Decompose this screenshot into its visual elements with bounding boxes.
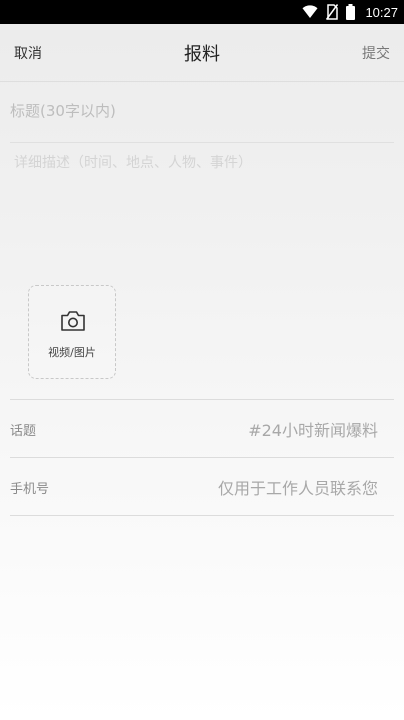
description-placeholder: 详细描述（时间、地点、人物、事件） (14, 155, 252, 171)
divider (10, 399, 394, 400)
upload-label: 视频/图片 (48, 346, 96, 359)
description-input[interactable]: 详细描述（时间、地点、人物、事件） (14, 152, 384, 172)
submit-button[interactable]: 提交 (362, 43, 390, 63)
page-title: 报料 (184, 44, 220, 65)
nav-bar: 取消 报料 提交 (0, 24, 404, 82)
topic-value[interactable]: #24小时新闻爆料 (248, 417, 378, 441)
phone-label: 手机号 (10, 482, 50, 497)
status-icons: 10:27 (302, 0, 398, 24)
report-page: 取消 报料 提交 标题(30字以内) 详细描述（时间、地点、人物、事件） 视频/… (0, 24, 404, 720)
battery-icon (346, 4, 356, 20)
title-placeholder: 标题(30字以内) (10, 102, 116, 120)
title-input[interactable]: 标题(30字以内) (10, 100, 390, 121)
title-divider (10, 142, 394, 143)
divider (10, 515, 394, 516)
camera-icon (61, 311, 85, 331)
topic-label: 话题 (10, 424, 37, 439)
media-upload-button[interactable]: 视频/图片 (28, 285, 116, 379)
no-sim-icon (326, 4, 339, 20)
phone-input[interactable]: 仅用于工作人员联系您 (218, 475, 378, 499)
divider (10, 457, 394, 458)
status-time: 10:27 (365, 4, 398, 20)
wifi-icon (302, 5, 318, 18)
cancel-button[interactable]: 取消 (14, 43, 42, 63)
status-bar: 10:27 (0, 0, 404, 24)
